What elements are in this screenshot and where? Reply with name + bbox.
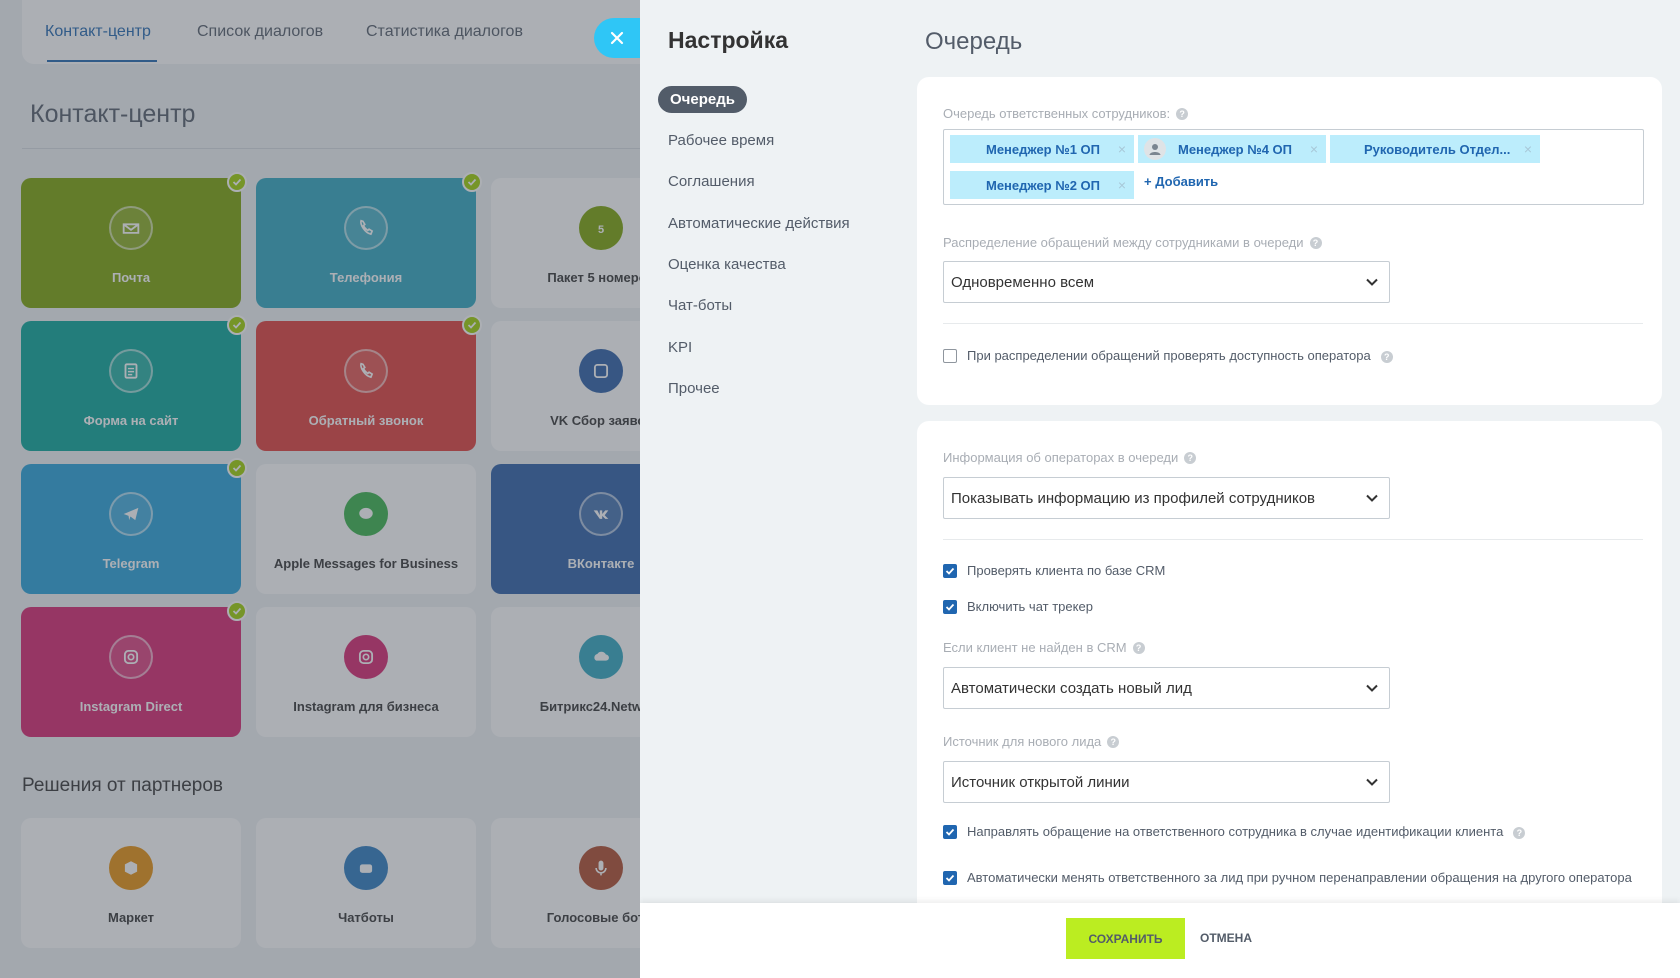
crm-card: Информация об операторах в очереди ? Пок… xyxy=(917,421,1662,921)
chevron-down-icon xyxy=(1366,684,1378,692)
checkbox[interactable] xyxy=(943,600,957,614)
checkbox[interactable] xyxy=(943,871,957,885)
queue-tag: Руководитель Отдел... × xyxy=(1330,135,1540,163)
help-icon[interactable]: ? xyxy=(1309,236,1322,249)
settings-content: Очередь Очередь ответственных сотруднико… xyxy=(905,0,1680,978)
check-icon xyxy=(945,828,955,836)
menu-item-agreements[interactable]: Соглашения xyxy=(668,173,755,190)
help-icon[interactable]: ? xyxy=(1184,451,1197,464)
settings-menu: Настройка Очередь Рабочее время Соглашен… xyxy=(640,0,905,978)
distribution-select[interactable]: Одновременно всем xyxy=(943,261,1390,303)
check-availability-checkbox[interactable]: При распределении обращений проверять до… xyxy=(943,348,1393,363)
menu-item-chat-bots[interactable]: Чат-боты xyxy=(668,297,732,314)
check-icon xyxy=(945,567,955,575)
divider xyxy=(943,539,1643,540)
not-found-select[interactable]: Автоматически создать новый лид xyxy=(943,667,1390,709)
content-title: Очередь xyxy=(925,28,1023,55)
menu-item-other[interactable]: Прочее xyxy=(668,380,720,397)
queue-label: Очередь ответственных сотрудников: ? xyxy=(943,106,1189,121)
menu-item-quality-rating[interactable]: Оценка качества xyxy=(668,256,786,273)
queue-tag: Менеджер №2 ОП × xyxy=(950,171,1134,199)
help-icon[interactable]: ? xyxy=(1107,735,1120,748)
queue-employees-field[interactable]: Менеджер №1 ОП × Менеджер №4 ОП × Руково… xyxy=(943,129,1644,205)
save-button[interactable]: СОХРАНИТЬ xyxy=(1066,918,1185,959)
menu-item-work-time[interactable]: Рабочее время xyxy=(668,132,774,149)
menu-item-automatic-actions[interactable]: Автоматические действия xyxy=(668,215,850,232)
divider xyxy=(943,323,1643,324)
checkbox[interactable] xyxy=(943,349,957,363)
chevron-down-icon xyxy=(1366,778,1378,786)
remove-tag-icon[interactable]: × xyxy=(1524,141,1532,157)
panel-footer: СОХРАНИТЬ ОТМЕНА xyxy=(640,903,1680,978)
help-icon[interactable]: ? xyxy=(1176,107,1189,120)
lead-source-select[interactable]: Источник открытой линии xyxy=(943,761,1390,803)
checkbox[interactable] xyxy=(943,564,957,578)
check-icon xyxy=(945,874,955,882)
close-panel-button[interactable] xyxy=(594,18,640,58)
queue-tag: Менеджер №1 ОП × xyxy=(950,135,1134,163)
avatar xyxy=(1144,138,1166,160)
add-employee-link[interactable]: + Добавить xyxy=(1144,174,1218,189)
modal-overlay[interactable] xyxy=(0,0,640,978)
checkbox[interactable] xyxy=(943,825,957,839)
help-icon[interactable]: ? xyxy=(1132,641,1145,654)
check-crm-checkbox[interactable]: Проверять клиента по базе CRM xyxy=(943,563,1165,578)
chevron-down-icon xyxy=(1366,494,1378,502)
menu-item-kpi[interactable]: KPI xyxy=(668,339,692,356)
cancel-button[interactable]: ОТМЕНА xyxy=(1200,918,1252,959)
lead-source-label: Источник для нового лида ? xyxy=(943,734,1120,749)
remove-tag-icon[interactable]: × xyxy=(1310,141,1318,157)
not-found-label: Если клиент не найден в CRM ? xyxy=(943,640,1145,655)
user-avatar-icon xyxy=(1149,144,1161,155)
queue-card: Очередь ответственных сотрудников: ? Мен… xyxy=(917,77,1662,405)
menu-item-queue[interactable]: Очередь xyxy=(658,86,747,113)
operator-info-label: Информация об операторах в очереди ? xyxy=(943,450,1197,465)
auto-change-checkbox[interactable]: Автоматически менять ответственного за л… xyxy=(943,870,1633,885)
operator-info-select[interactable]: Показывать информацию из профилей сотруд… xyxy=(943,477,1390,519)
remove-tag-icon[interactable]: × xyxy=(1118,177,1126,193)
chevron-down-icon xyxy=(1366,278,1378,286)
panel-title: Настройка xyxy=(668,27,788,53)
help-icon[interactable]: ? xyxy=(1513,827,1526,839)
route-responsible-checkbox[interactable]: Направлять обращение на ответственного с… xyxy=(943,824,1526,839)
close-icon xyxy=(610,31,624,45)
chat-tracker-checkbox[interactable]: Включить чат трекер xyxy=(943,599,1093,614)
help-icon[interactable]: ? xyxy=(1380,351,1393,363)
check-icon xyxy=(945,603,955,611)
distribution-label: Распределение обращений между сотрудника… xyxy=(943,235,1322,250)
settings-panel: Настройка Очередь Рабочее время Соглашен… xyxy=(640,0,1680,978)
queue-tag: Менеджер №4 ОП × xyxy=(1138,135,1326,163)
remove-tag-icon[interactable]: × xyxy=(1118,141,1126,157)
